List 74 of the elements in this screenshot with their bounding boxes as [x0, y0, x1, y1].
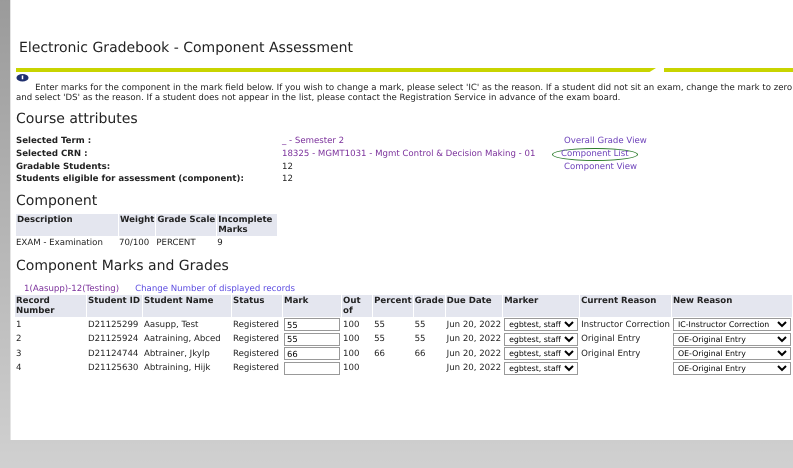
mark-input[interactable]: 66 [284, 347, 340, 360]
column-header: New Reason [672, 295, 792, 317]
table-cell: 55 [414, 334, 426, 344]
table-cell: Original Entry [581, 348, 640, 359]
table-cell-text: Abtraining, Hijk [143, 362, 212, 375]
attribute-value: 12 [282, 174, 294, 185]
table-cell-text: Aatraining, Abced [143, 333, 222, 346]
view-link[interactable]: Component View [561, 161, 640, 174]
table-cell-text: 100 [342, 348, 360, 360]
table-cell-text: Jun 20, 2022 [446, 333, 502, 346]
table-cell-text: 3 [15, 348, 22, 360]
table-cell-text: 100 [342, 362, 360, 375]
page-title: Electronic Gradebook - Component Assessment [19, 39, 354, 56]
view-link[interactable]: Component List [552, 148, 638, 161]
column-header: Marker [503, 295, 580, 317]
table-cell-text: Abtrainer, Jkylp [143, 348, 211, 360]
attribute-label: Gradable Students: [16, 162, 112, 173]
table-cell-text: Registered [232, 362, 280, 375]
column-header: Status [232, 295, 282, 317]
table-cell: 55 [374, 320, 385, 330]
table-cell-text: D21125924 [87, 333, 140, 346]
table-cell-text: Aasupp, Test [143, 318, 200, 332]
mark-input[interactable]: 55 [284, 332, 340, 346]
table-cell-text: D21125299 [87, 318, 140, 332]
table-cell-text: 100 [342, 318, 360, 332]
table-cell-text: D21124744 [87, 348, 140, 360]
table-cell-text: Jun 20, 2022 [446, 362, 502, 375]
table-cell-text: D21125630 [87, 362, 140, 375]
column-header: Student Name [143, 295, 232, 317]
table-cell: Instructor Correction [581, 320, 670, 330]
column-header: Incomplete Marks [217, 214, 278, 236]
table-cell-text: Jun 20, 2022 [446, 318, 502, 332]
section-heading: Component Marks and Grades [16, 258, 230, 274]
column-header: Current Reason [580, 295, 671, 317]
column-header: Grade [414, 295, 445, 317]
column-header: Out of [342, 295, 372, 317]
table-cell-text: Registered [232, 333, 280, 346]
column-header: Record Number [15, 295, 86, 317]
table-cell-text: 4 [15, 362, 22, 375]
column-header: Percent [373, 295, 413, 317]
table-cell: Original Entry [581, 334, 640, 344]
table-cell-text: 2 [15, 333, 22, 346]
records-range: 1(Aasupp)-12(Testing) [24, 284, 120, 294]
attribute-link[interactable]: _ - Semester 2 [282, 136, 564, 147]
table-cell-text: Registered [232, 318, 280, 332]
table-cell-text: 70/100 [119, 237, 150, 249]
table-cell: 66 [414, 348, 426, 359]
column-header: Due Date [446, 295, 502, 317]
table-cell-text: EXAM - Examination [16, 237, 104, 249]
table-cell: 55 [374, 334, 385, 344]
attribute-label: Students eligible for assessment (component): [16, 174, 245, 185]
column-header: Student ID [87, 295, 142, 317]
table-cell-text: 9 [217, 237, 224, 249]
mark-input[interactable]: 55 [284, 318, 340, 331]
table-cell-text: 100 [342, 333, 360, 346]
mark-input[interactable] [284, 362, 340, 374]
section-heading: Component [16, 193, 98, 209]
column-header: Grade Scale [156, 214, 216, 236]
table-cell: 66 [374, 348, 385, 359]
attribute-label: Selected Term : [16, 136, 92, 147]
attribute-value: 12 [282, 162, 294, 173]
column-header: Description [16, 214, 118, 236]
change-records-link[interactable]: Change Number of displayed records [135, 284, 295, 294]
table-cell-text: PERCENT [156, 237, 197, 249]
attribute-label: Selected CRN : [16, 149, 89, 160]
table-cell-text: Jun 20, 2022 [446, 348, 502, 360]
table-cell-text: 1 [15, 318, 22, 332]
instructions-text: Enter marks for the component in the mark field below. If you wish to change a mark, please select 'IC' as the reason. If a student did not sit an exam, change the mark to zero and select 'DS' as the reason. If a student does not appear in the list, please contact the Registration Service in advance of the exam board. [16, 83, 793, 103]
view-link[interactable]: Overall Grade View [561, 135, 650, 148]
section-heading: Course attributes [16, 111, 139, 127]
column-header: Weight [119, 214, 156, 236]
table-cell: 55 [414, 320, 426, 330]
table-cell-text: Registered [232, 348, 280, 360]
column-header: Mark [283, 295, 342, 317]
